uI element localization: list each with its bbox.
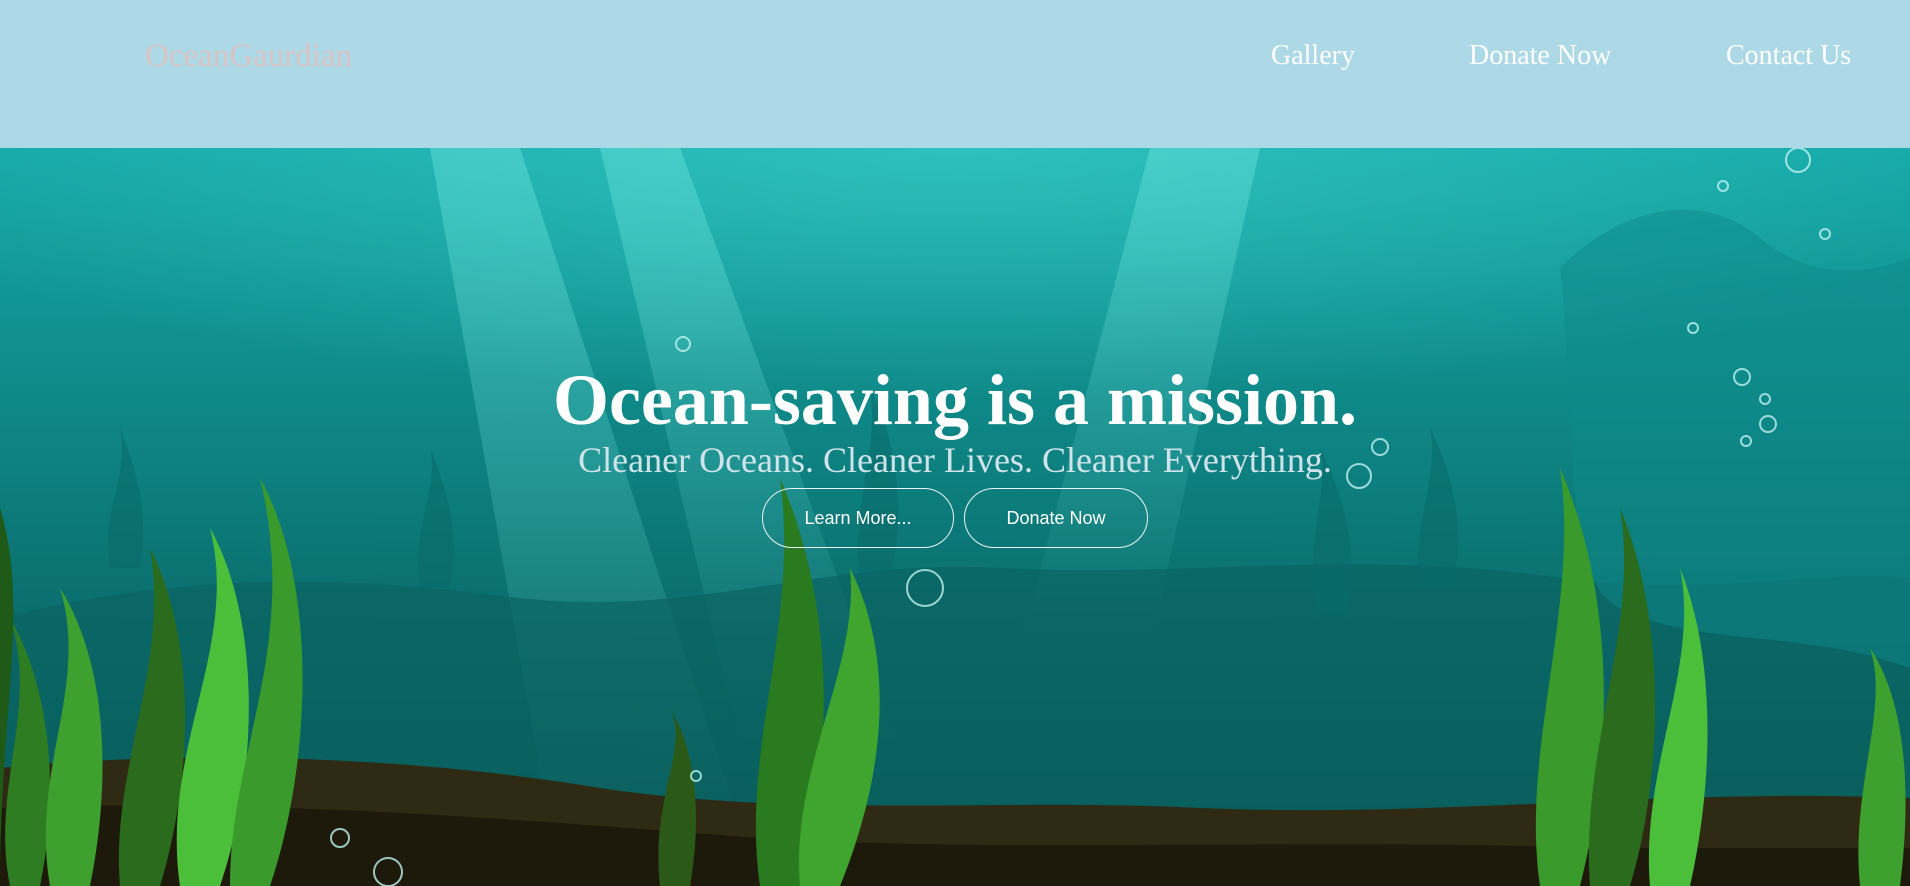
brand-logo[interactable]: OceanGaurdian xyxy=(145,38,352,75)
hero-buttons: Learn More... Donate Now xyxy=(0,488,1910,548)
nav-link-contact[interactable]: Contact Us xyxy=(1726,40,1851,72)
hero-content: Ocean-saving is a mission. Cleaner Ocean… xyxy=(0,358,1910,548)
navbar: OceanGaurdian Gallery Donate Now Contact… xyxy=(0,0,1910,148)
hero-section: Ocean-saving is a mission. Cleaner Ocean… xyxy=(0,148,1910,886)
learn-more-button[interactable]: Learn More... xyxy=(762,488,954,548)
hero-subtitle: Cleaner Oceans. Cleaner Lives. Cleaner E… xyxy=(578,440,1332,480)
donate-now-button[interactable]: Donate Now xyxy=(964,488,1148,548)
nav-link-donate[interactable]: Donate Now xyxy=(1469,40,1611,72)
hero-title: Ocean-saving is a mission. xyxy=(552,360,1358,440)
nav-link-gallery[interactable]: Gallery xyxy=(1271,40,1355,72)
